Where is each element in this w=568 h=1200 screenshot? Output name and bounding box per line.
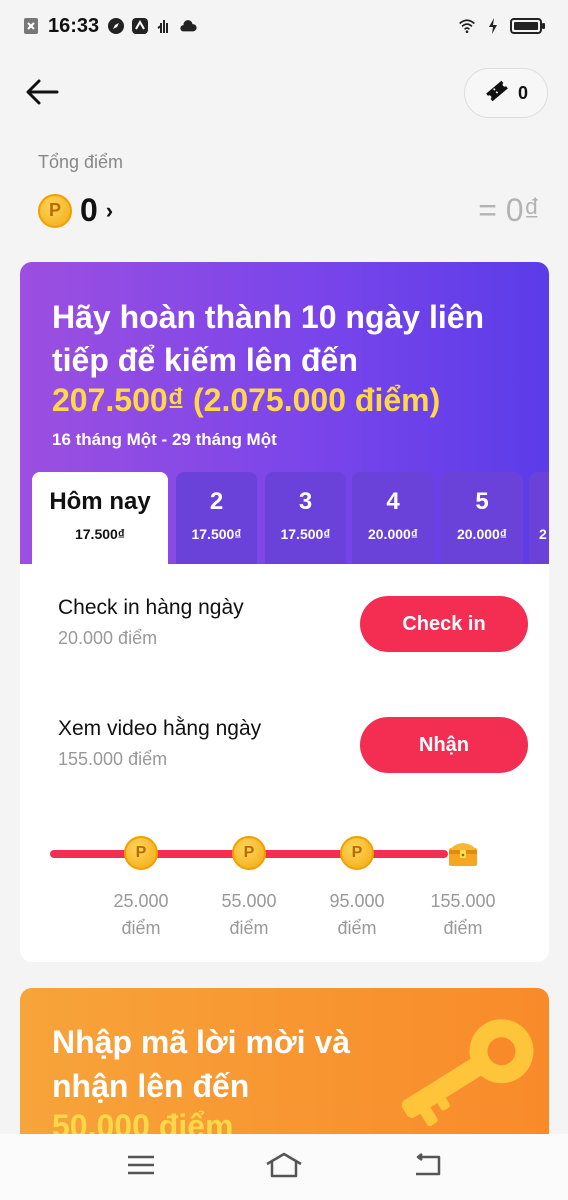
app-icon — [131, 17, 149, 35]
coin-icon: P — [38, 193, 72, 228]
home-button[interactable] — [262, 1145, 306, 1189]
promo-amount: 207.500₫ (2.075.000 điểm) — [52, 382, 441, 418]
ticket-count: 0 — [517, 82, 528, 103]
tab-day-2[interactable]: 2 17.500₫ — [176, 472, 257, 564]
task-checkin: Check in hàng ngày 20.000 điểm Check in — [58, 596, 528, 656]
day-tabs: Hôm nay 17.500₫ 2 17.500₫ 3 17.500₫ 4 20… — [32, 472, 549, 564]
progress-track: P P P 25.000 điểm 55.000 điểm 95.000 điể… — [50, 834, 520, 954]
money-value: = 0₫ — [478, 192, 540, 228]
tab-amount: 17.500₫ — [74, 526, 125, 542]
ticket-icon — [484, 78, 510, 109]
ticket-button[interactable]: 0 — [464, 68, 548, 118]
key-icon — [380, 1014, 549, 1134]
system-nav-bar — [0, 1134, 568, 1200]
tab-label: 5 — [475, 488, 489, 515]
battery-icon — [510, 17, 546, 35]
points-summary: Tổng điểm P 0 › — [38, 152, 538, 228]
status-time: 16:33 — [48, 14, 100, 37]
tab-label: 3 — [298, 488, 313, 515]
milestone-label: 55.000 điểm — [221, 891, 277, 938]
arrow-left-icon — [25, 78, 59, 111]
tab-label: Hôm nay — [49, 488, 151, 515]
coin-icon: P — [124, 836, 158, 870]
status-bar: 16:33 — [0, 0, 568, 52]
checkin-button[interactable]: Check in — [360, 596, 528, 652]
charging-icon — [484, 17, 502, 35]
back-button[interactable] — [22, 74, 62, 114]
notification-x-icon — [22, 17, 40, 35]
treasure-chest-icon — [446, 838, 480, 868]
tab-amount: 17.500₫ — [191, 526, 242, 542]
tab-day-4[interactable]: 4 20.000₫ — [352, 472, 434, 564]
task-watch-video: Xem video hằng ngày 155.000 điểm Nhận — [58, 717, 528, 777]
tab-amount: 17.500₫ — [280, 526, 331, 542]
status-left: 16:33 — [22, 15, 197, 38]
gesture-icon — [155, 17, 173, 35]
chevron-right-icon: › — [105, 197, 114, 223]
status-right — [458, 17, 546, 35]
tab-day-3[interactable]: 3 17.500₫ — [265, 472, 346, 564]
tab-label: 4 — [386, 488, 400, 515]
cloud-icon — [179, 17, 197, 35]
tab-amount: 2 — [539, 526, 547, 542]
back-icon — [412, 1152, 442, 1182]
streak-card: Hãy hoàn thành 10 ngày liên tiếp để kiếm… — [20, 262, 549, 962]
invite-title: Nhập mã lời mời và nhận lên đến — [52, 1024, 351, 1104]
top-nav: 0 — [0, 62, 568, 124]
points-label: Tổng điểm — [38, 152, 124, 172]
claim-button[interactable]: Nhận — [360, 717, 528, 773]
menu-icon — [126, 1154, 156, 1181]
tab-amount: 20.000₫ — [367, 526, 418, 542]
promo-title: Hãy hoàn thành 10 ngày liên tiếp để kiếm… — [52, 299, 485, 378]
tab-day-6[interactable]: 2 — [529, 472, 549, 564]
points-value: 0 — [80, 192, 98, 228]
milestone-label: 155.000 điểm — [430, 891, 496, 938]
tab-label: 2 — [209, 488, 224, 515]
tab-day-5[interactable]: 5 20.000₫ — [441, 472, 523, 564]
menu-button[interactable] — [119, 1145, 163, 1189]
milestone-label: 25.000 điểm — [113, 891, 169, 938]
coin-icon: P — [232, 836, 266, 870]
milestone-label: 95.000 điểm — [329, 891, 385, 938]
promo-dates: 16 tháng Một - 29 tháng Một — [52, 430, 277, 449]
home-icon — [264, 1152, 304, 1183]
system-back-button[interactable] — [405, 1145, 449, 1189]
points-total-link[interactable]: P 0 › — [38, 192, 113, 229]
tab-amount: 20.000₫ — [456, 526, 507, 542]
promo-header: Hãy hoàn thành 10 ngày liên tiếp để kiếm… — [20, 262, 549, 564]
compass-icon — [107, 17, 125, 35]
wifi-icon — [458, 17, 476, 35]
coin-icon: P — [340, 836, 374, 870]
tab-today[interactable]: Hôm nay 17.500₫ — [32, 472, 168, 564]
invite-code-card[interactable]: Nhập mã lời mời và nhận lên đến 50.000 đ… — [20, 988, 549, 1148]
